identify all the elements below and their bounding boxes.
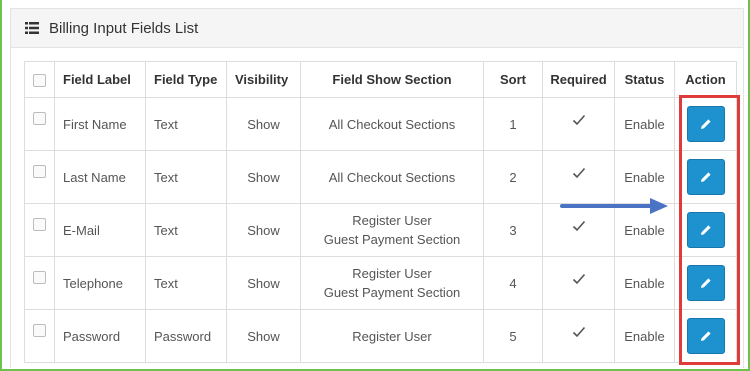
row-checkbox[interactable]	[33, 217, 46, 231]
column-header-status[interactable]: Status	[614, 61, 675, 98]
column-header-field-show-section[interactable]: Field Show Section	[300, 61, 484, 98]
sort-cell: 5	[483, 309, 543, 363]
required-cell	[542, 97, 615, 151]
edit-button[interactable]	[686, 212, 725, 248]
visibility-cell: Show	[226, 203, 301, 257]
field-show-section-cell: All Checkout Sections	[300, 97, 484, 151]
column-header-field-label[interactable]: Field Label	[54, 61, 146, 98]
pencil-icon	[700, 278, 711, 288]
select-all-checkbox[interactable]	[33, 74, 46, 88]
field-label-cell: Last Name	[54, 150, 146, 204]
action-cell	[674, 309, 737, 363]
edit-button[interactable]	[686, 318, 725, 354]
pencil-icon	[700, 331, 711, 341]
section-line: All Checkout Sections	[328, 116, 456, 132]
column-header-action: Action	[674, 61, 737, 98]
required-cell	[542, 309, 615, 363]
field-type-cell: Text	[145, 150, 227, 204]
row-select-cell	[24, 97, 55, 151]
row-select-cell	[24, 256, 55, 310]
status-cell: Enable	[614, 309, 675, 363]
column-header-sort[interactable]: Sort	[483, 61, 543, 98]
required-cell	[542, 150, 615, 204]
section-line: All Checkout Sections	[328, 169, 456, 185]
row-checkbox[interactable]	[33, 164, 46, 178]
column-header-visibility[interactable]: Visibility	[226, 61, 301, 98]
visibility-cell: Show	[226, 256, 301, 310]
column-header-field-type[interactable]: Field Type	[145, 61, 227, 98]
edit-button[interactable]	[686, 106, 725, 142]
field-show-section-cell: All Checkout Sections	[300, 150, 484, 204]
field-label-cell: Telephone	[54, 256, 146, 310]
field-show-section-cell: Register User Guest Payment Section	[300, 256, 484, 310]
arrow-icon	[560, 198, 668, 214]
visibility-cell: Show	[226, 309, 301, 363]
field-type-cell: Text	[145, 203, 227, 257]
section-line: Guest Payment Section	[323, 232, 461, 247]
status-cell: Enable	[614, 97, 675, 151]
table-row: Telephone Text Show Register User Guest …	[24, 256, 737, 310]
visibility-cell: Show	[226, 150, 301, 204]
pencil-icon	[700, 172, 711, 182]
row-checkbox[interactable]	[33, 111, 46, 125]
row-select-cell	[24, 203, 55, 257]
edit-button[interactable]	[686, 159, 725, 195]
field-show-section-cell: Register User Guest Payment Section	[300, 203, 484, 257]
field-label-cell: E-Mail	[54, 203, 146, 257]
field-type-cell: Password	[145, 309, 227, 363]
table-row: Last Name Text Show All Checkout Section…	[24, 150, 737, 204]
status-cell: Enable	[614, 150, 675, 204]
checkmark-icon	[572, 168, 585, 179]
row-select-cell	[24, 150, 55, 204]
section-line: Register User	[352, 328, 432, 344]
table-row: First Name Text Show All Checkout Sectio…	[24, 97, 737, 151]
field-type-cell: Text	[145, 256, 227, 310]
status-cell: Enable	[614, 256, 675, 310]
action-cell	[674, 97, 737, 151]
field-label-cell: Password	[54, 309, 146, 363]
pencil-icon	[700, 119, 711, 129]
field-type-cell: Text	[145, 97, 227, 151]
sort-cell: 2	[483, 150, 543, 204]
row-checkbox[interactable]	[33, 323, 46, 337]
column-header-required[interactable]: Required	[542, 61, 615, 98]
select-all-cell	[24, 61, 55, 98]
table-row: Password Password Show Register User 5 E…	[24, 309, 737, 363]
section-line: Guest Payment Section	[323, 285, 461, 300]
checkmark-icon	[572, 221, 585, 232]
panel-heading: Billing Input Fields List	[10, 8, 744, 48]
checkmark-icon	[572, 274, 585, 285]
checkmark-icon	[572, 327, 585, 338]
required-cell	[542, 256, 615, 310]
checkmark-icon	[572, 115, 585, 126]
edit-button[interactable]	[686, 265, 725, 301]
row-checkbox[interactable]	[33, 270, 46, 284]
action-cell	[674, 256, 737, 310]
section-line: Register User	[352, 266, 432, 281]
panel-title: Billing Input Fields List	[49, 19, 199, 37]
action-cell	[674, 150, 737, 204]
field-label-cell: First Name	[54, 97, 146, 151]
action-cell	[674, 203, 737, 257]
sort-cell: 1	[483, 97, 543, 151]
sort-cell: 4	[483, 256, 543, 310]
sort-cell: 3	[483, 203, 543, 257]
pencil-icon	[700, 225, 711, 235]
section-line: Register User	[352, 213, 432, 228]
row-select-cell	[24, 309, 55, 363]
table-header-row: Field Label Field Type Visibility Field …	[24, 61, 737, 98]
list-icon	[25, 22, 39, 34]
visibility-cell: Show	[226, 97, 301, 151]
field-show-section-cell: Register User	[300, 309, 484, 363]
